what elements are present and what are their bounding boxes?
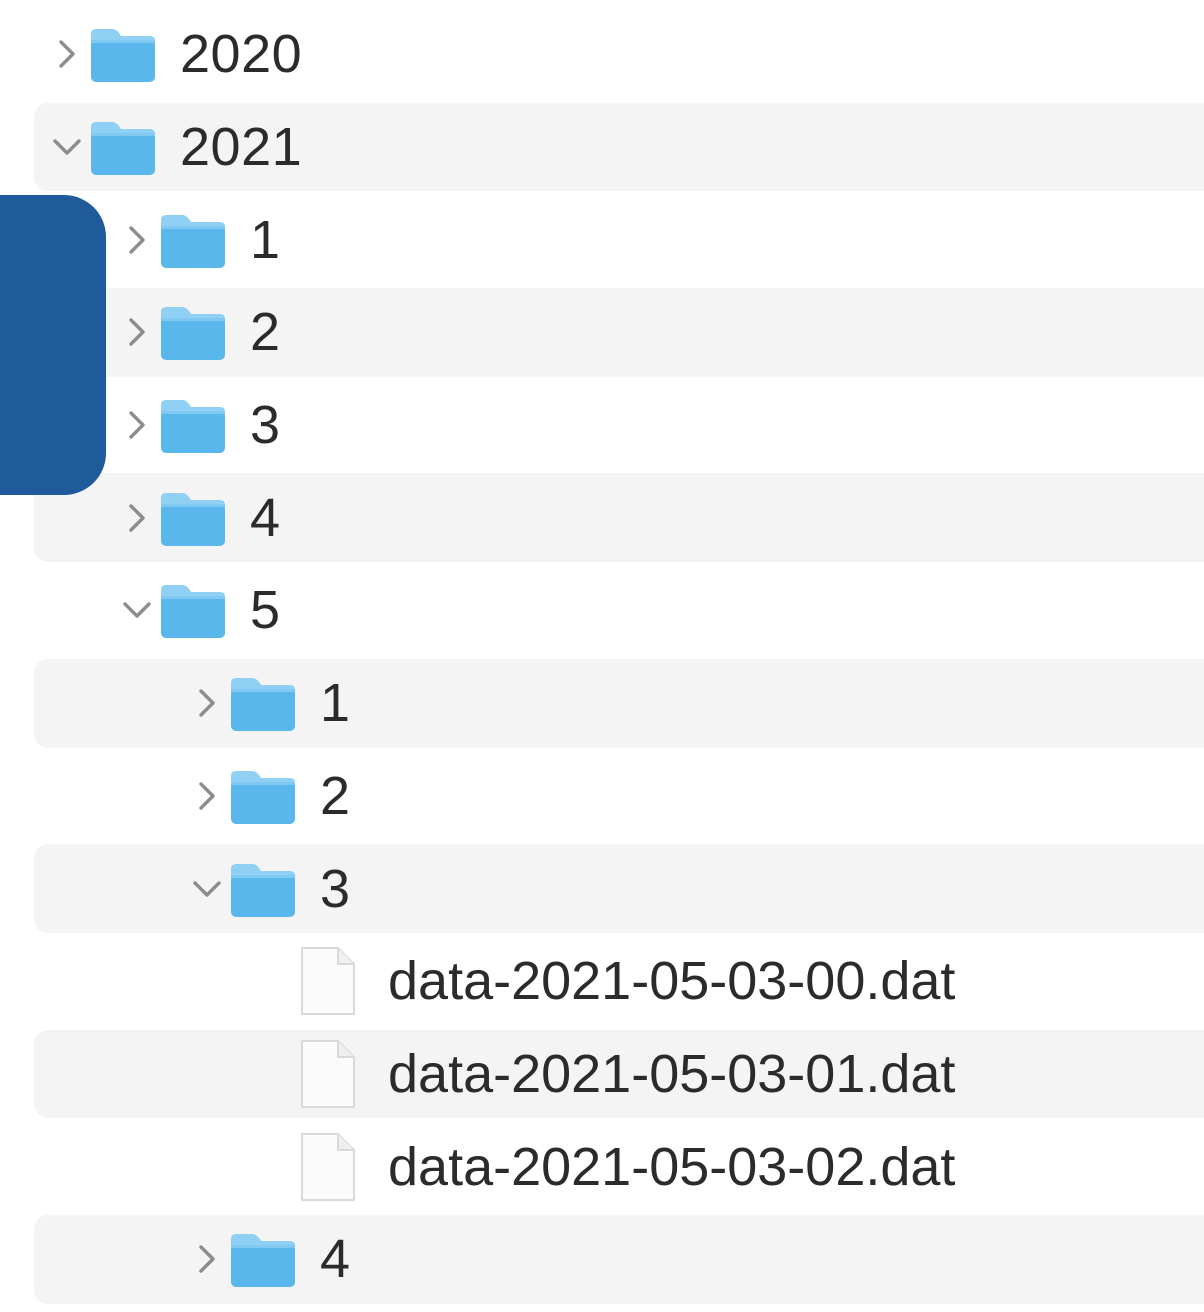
folder-label: 2 <box>320 765 351 826</box>
file-row[interactable]: data-2021-05-03-00.dat <box>0 935 1204 1028</box>
chevron-right-icon[interactable] <box>190 683 224 723</box>
folder-icon <box>88 117 158 177</box>
folder-row[interactable]: 5 <box>0 564 1204 657</box>
folder-icon <box>228 859 298 919</box>
chevron-right-icon[interactable] <box>120 312 154 352</box>
folder-row[interactable]: 1 <box>0 193 1204 286</box>
folder-label: 4 <box>250 487 281 548</box>
folder-row[interactable]: 2021 <box>0 101 1204 194</box>
folder-icon <box>228 1229 298 1289</box>
file-row[interactable]: data-2021-05-03-02.dat <box>0 1120 1204 1213</box>
folder-icon <box>158 395 228 455</box>
file-label: data-2021-05-03-00.dat <box>388 951 956 1012</box>
chevron-right-icon[interactable] <box>120 220 154 260</box>
file-tree: 2020 2021 1 2 3 4 5 1 2 3 data-2021-05-03-00.dat da… <box>0 8 1204 1306</box>
folder-icon <box>158 488 228 548</box>
file-row[interactable]: data-2021-05-03-01.dat <box>0 1028 1204 1121</box>
folder-label: 1 <box>250 209 281 270</box>
folder-label: 2021 <box>180 117 303 178</box>
folder-icon <box>88 24 158 84</box>
chevron-right-icon[interactable] <box>50 34 84 74</box>
folder-label: 5 <box>250 580 281 641</box>
chevron-right-icon[interactable] <box>120 405 154 445</box>
finder-list-view: 2020 2021 1 2 3 4 5 1 2 3 data-2021-05-03-00.dat da… <box>0 0 1204 1312</box>
chevron-right-icon[interactable] <box>190 1239 224 1279</box>
folder-row[interactable]: 2 <box>0 286 1204 379</box>
document-icon <box>296 945 358 1017</box>
file-label: data-2021-05-03-02.dat <box>388 1136 956 1197</box>
folder-label: 2 <box>250 302 281 363</box>
chevron-right-icon[interactable] <box>190 776 224 816</box>
document-icon <box>296 1131 358 1203</box>
folder-icon <box>228 766 298 826</box>
document-icon <box>296 1038 358 1110</box>
folder-row[interactable]: 2 <box>0 750 1204 843</box>
chevron-down-icon[interactable] <box>50 127 84 167</box>
chevron-right-icon[interactable] <box>120 498 154 538</box>
folder-icon <box>158 302 228 362</box>
folder-row[interactable]: 1 <box>0 657 1204 750</box>
folder-label: 4 <box>320 1229 351 1290</box>
folder-row[interactable]: 3 <box>0 379 1204 472</box>
file-label: data-2021-05-03-01.dat <box>388 1043 956 1104</box>
folder-row[interactable]: 4 <box>0 1213 1204 1306</box>
folder-label: 3 <box>250 395 281 456</box>
folder-icon <box>158 210 228 270</box>
folder-icon <box>158 580 228 640</box>
folder-row[interactable]: 4 <box>0 471 1204 564</box>
folder-label: 3 <box>320 858 351 919</box>
folder-label: 1 <box>320 673 351 734</box>
overlay-shape <box>0 195 106 495</box>
folder-row[interactable]: 3 <box>0 842 1204 935</box>
folder-label: 2020 <box>180 24 303 85</box>
folder-icon <box>228 673 298 733</box>
folder-row[interactable]: 2020 <box>0 8 1204 101</box>
chevron-down-icon[interactable] <box>120 590 154 630</box>
chevron-down-icon[interactable] <box>190 869 224 909</box>
